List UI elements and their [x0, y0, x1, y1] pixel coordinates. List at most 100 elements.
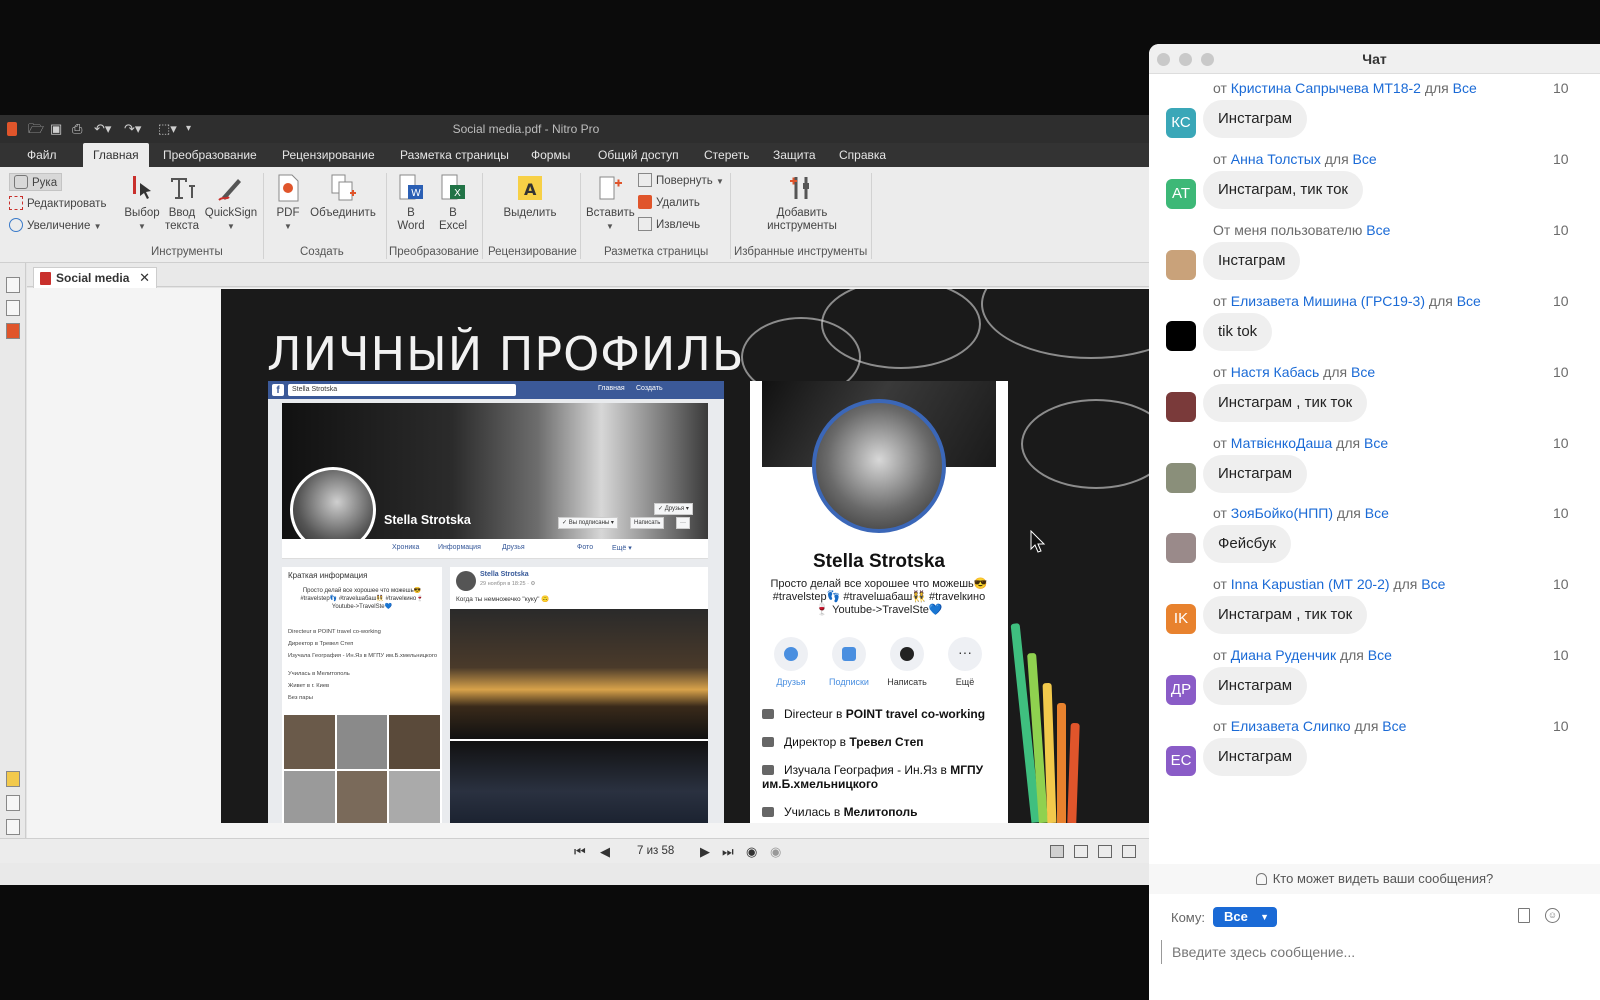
search-panel-icon[interactable] [6, 300, 20, 316]
delete-label: Удалить [656, 197, 700, 209]
chat-message: от Анна Толстых для Все 10 АТ Инстаграм, ти… [1149, 149, 1600, 219]
message-sender[interactable]: Анна Толстых [1231, 151, 1321, 167]
message-sender[interactable]: Кристина Сапрычева МТ18-2 [1231, 80, 1421, 96]
last-page-icon[interactable]: ⏭ [722, 844, 734, 860]
extract-page-button[interactable]: Извлечь [638, 216, 700, 234]
zoom-tool-button[interactable]: Увеличение ▼ [9, 217, 101, 235]
chat-message: от Настя Кабась для Все 10 Инстаграм , тик… [1149, 362, 1600, 432]
tab-file[interactable]: Файл [27, 143, 57, 167]
pages-panel-icon[interactable] [6, 277, 20, 293]
group-separator [482, 173, 483, 259]
message-recipient[interactable]: Все [1364, 435, 1388, 451]
tab-convert[interactable]: Преобразование [163, 143, 257, 167]
facebook-nav-timeline: Хроника [392, 544, 420, 551]
chat-message: от МатвієнкоДаша для Все 10 Инстаграм [1149, 433, 1600, 503]
tab-home[interactable]: Главная [83, 143, 149, 167]
next-view-icon[interactable]: ◉ [770, 844, 781, 860]
type-text-button[interactable]: Ввод текста [164, 173, 200, 233]
instagram-action-label: Ещё [955, 677, 975, 687]
message-recipient[interactable]: Все [1368, 647, 1392, 663]
insert-page-button[interactable]: Вставить ▼ [586, 173, 635, 233]
highlight-icon: A [518, 176, 542, 200]
rotate-button[interactable]: Повернуть ▼ [638, 172, 724, 190]
comments-panel-icon[interactable] [6, 771, 20, 787]
message-mid: для [1425, 293, 1457, 309]
hand-tool-label: Рука [32, 177, 58, 189]
message-bubble: tik tok [1203, 313, 1273, 351]
message-recipient[interactable]: Все [1453, 80, 1477, 96]
ribbon: Рука Редактировать Увеличение ▼ Выбор ▼ В… [0, 167, 1172, 263]
document-tab[interactable]: Social media ✕ [33, 267, 157, 288]
continuous-view-icon[interactable] [1074, 845, 1088, 858]
message-prefix: от [1213, 647, 1231, 663]
attachments-panel-icon[interactable] [6, 795, 20, 811]
window-title: Social media.pdf - Nitro Pro [452, 122, 600, 136]
message-sender[interactable]: Елизавета Мишина (ГРС19-3) [1231, 293, 1425, 309]
facebook-search-field: Stella Strotska [288, 384, 516, 396]
avatar: АТ [1166, 179, 1196, 209]
message-recipient[interactable]: Все [1353, 151, 1377, 167]
message-prefix: от [1213, 80, 1231, 96]
bookmarks-panel-icon[interactable] [6, 323, 20, 339]
message-recipient[interactable]: Все [1421, 576, 1445, 592]
highlight-button[interactable]: A Выделить [500, 173, 560, 220]
to-word-button[interactable]: W В Word [394, 173, 428, 233]
message-sender[interactable]: ЗояБойко(НПП) [1231, 505, 1333, 521]
first-page-icon[interactable]: ⏮ [574, 844, 586, 860]
chevron-down-icon: ▼ [606, 222, 614, 231]
tab-help[interactable]: Справка [839, 143, 886, 167]
tab-protect[interactable]: Защита [773, 143, 816, 167]
edit-icon [9, 196, 23, 210]
single-page-view-icon[interactable] [1050, 845, 1064, 858]
facebook-intro-line: Училась в Мелитополь [288, 671, 350, 677]
instagram-action-friends: Друзья [766, 637, 816, 687]
next-page-icon[interactable]: ▶ [700, 844, 710, 860]
previous-page-icon[interactable]: ◀ [600, 844, 610, 860]
facing-view-icon[interactable] [1098, 845, 1112, 858]
message-recipient[interactable]: Все [1365, 505, 1389, 521]
message-recipient[interactable]: Все [1366, 222, 1390, 238]
hand-tool-button[interactable]: Рука [9, 173, 63, 191]
create-pdf-button[interactable]: PDF ▼ [272, 173, 304, 233]
tools-icon [790, 177, 809, 199]
message-sender[interactable]: МатвієнкоДаша [1231, 435, 1333, 451]
page-indicator[interactable]: 7 из 58 [637, 845, 674, 857]
tab-erase[interactable]: Стереть [704, 143, 749, 167]
emoji-icon[interactable]: ☺ [1545, 908, 1560, 923]
education-icon [762, 765, 774, 775]
file-attach-icon[interactable] [1518, 908, 1530, 923]
message-sender[interactable]: Елизавета Слипко [1231, 718, 1355, 734]
tab-page-layout[interactable]: Разметка страницы [400, 143, 509, 167]
message-time: 10 [1553, 364, 1569, 380]
message-recipient[interactable]: Все [1457, 293, 1481, 309]
post-text: Когда ты немножечко "куку" 🙃 [456, 596, 550, 603]
tab-forms[interactable]: Формы [531, 143, 570, 167]
quicksign-button[interactable]: QuickSign ▼ [204, 173, 258, 233]
close-tab-icon[interactable]: ✕ [139, 268, 150, 288]
zoom-tool-label: Увеличение [27, 220, 91, 232]
message-sender[interactable]: Inna Kapustian (МТ 20-2) [1231, 576, 1390, 592]
recipient-select[interactable]: Все ▼ [1213, 907, 1277, 927]
extract-icon [638, 217, 652, 231]
message-recipient[interactable]: Все [1382, 718, 1406, 734]
delete-page-button[interactable]: Удалить [638, 194, 700, 212]
to-excel-label-2: Excel [438, 220, 468, 232]
combine-button[interactable]: Объединить [308, 173, 378, 220]
to-excel-button[interactable]: X В Excel [436, 173, 470, 233]
edit-tool-button[interactable]: Редактировать [9, 195, 106, 213]
message-sender[interactable]: Диана Руденчик [1231, 647, 1336, 663]
mouse-cursor-icon [1030, 530, 1046, 553]
previous-view-icon[interactable]: ◉ [746, 844, 757, 860]
who-can-see-messages[interactable]: Кто может видеть ваши сообщения? [1149, 864, 1600, 894]
select-button[interactable]: Выбор ▼ [124, 173, 160, 233]
message-recipient[interactable]: Все [1351, 364, 1375, 380]
output-panel-icon[interactable] [6, 819, 20, 835]
facing-continuous-view-icon[interactable] [1122, 845, 1136, 858]
message-sender[interactable]: Настя Кабась [1231, 364, 1320, 380]
facebook-intro-line: Без пары [288, 695, 313, 701]
facebook-profile-nav: Хроника Информация Друзья Фото Ещё ▾ [282, 539, 708, 559]
tab-review[interactable]: Рецензирование [282, 143, 375, 167]
message-input[interactable] [1161, 940, 1581, 964]
tab-share[interactable]: Общий доступ [598, 143, 679, 167]
add-tools-button[interactable]: Добавить инструменты [764, 173, 840, 233]
